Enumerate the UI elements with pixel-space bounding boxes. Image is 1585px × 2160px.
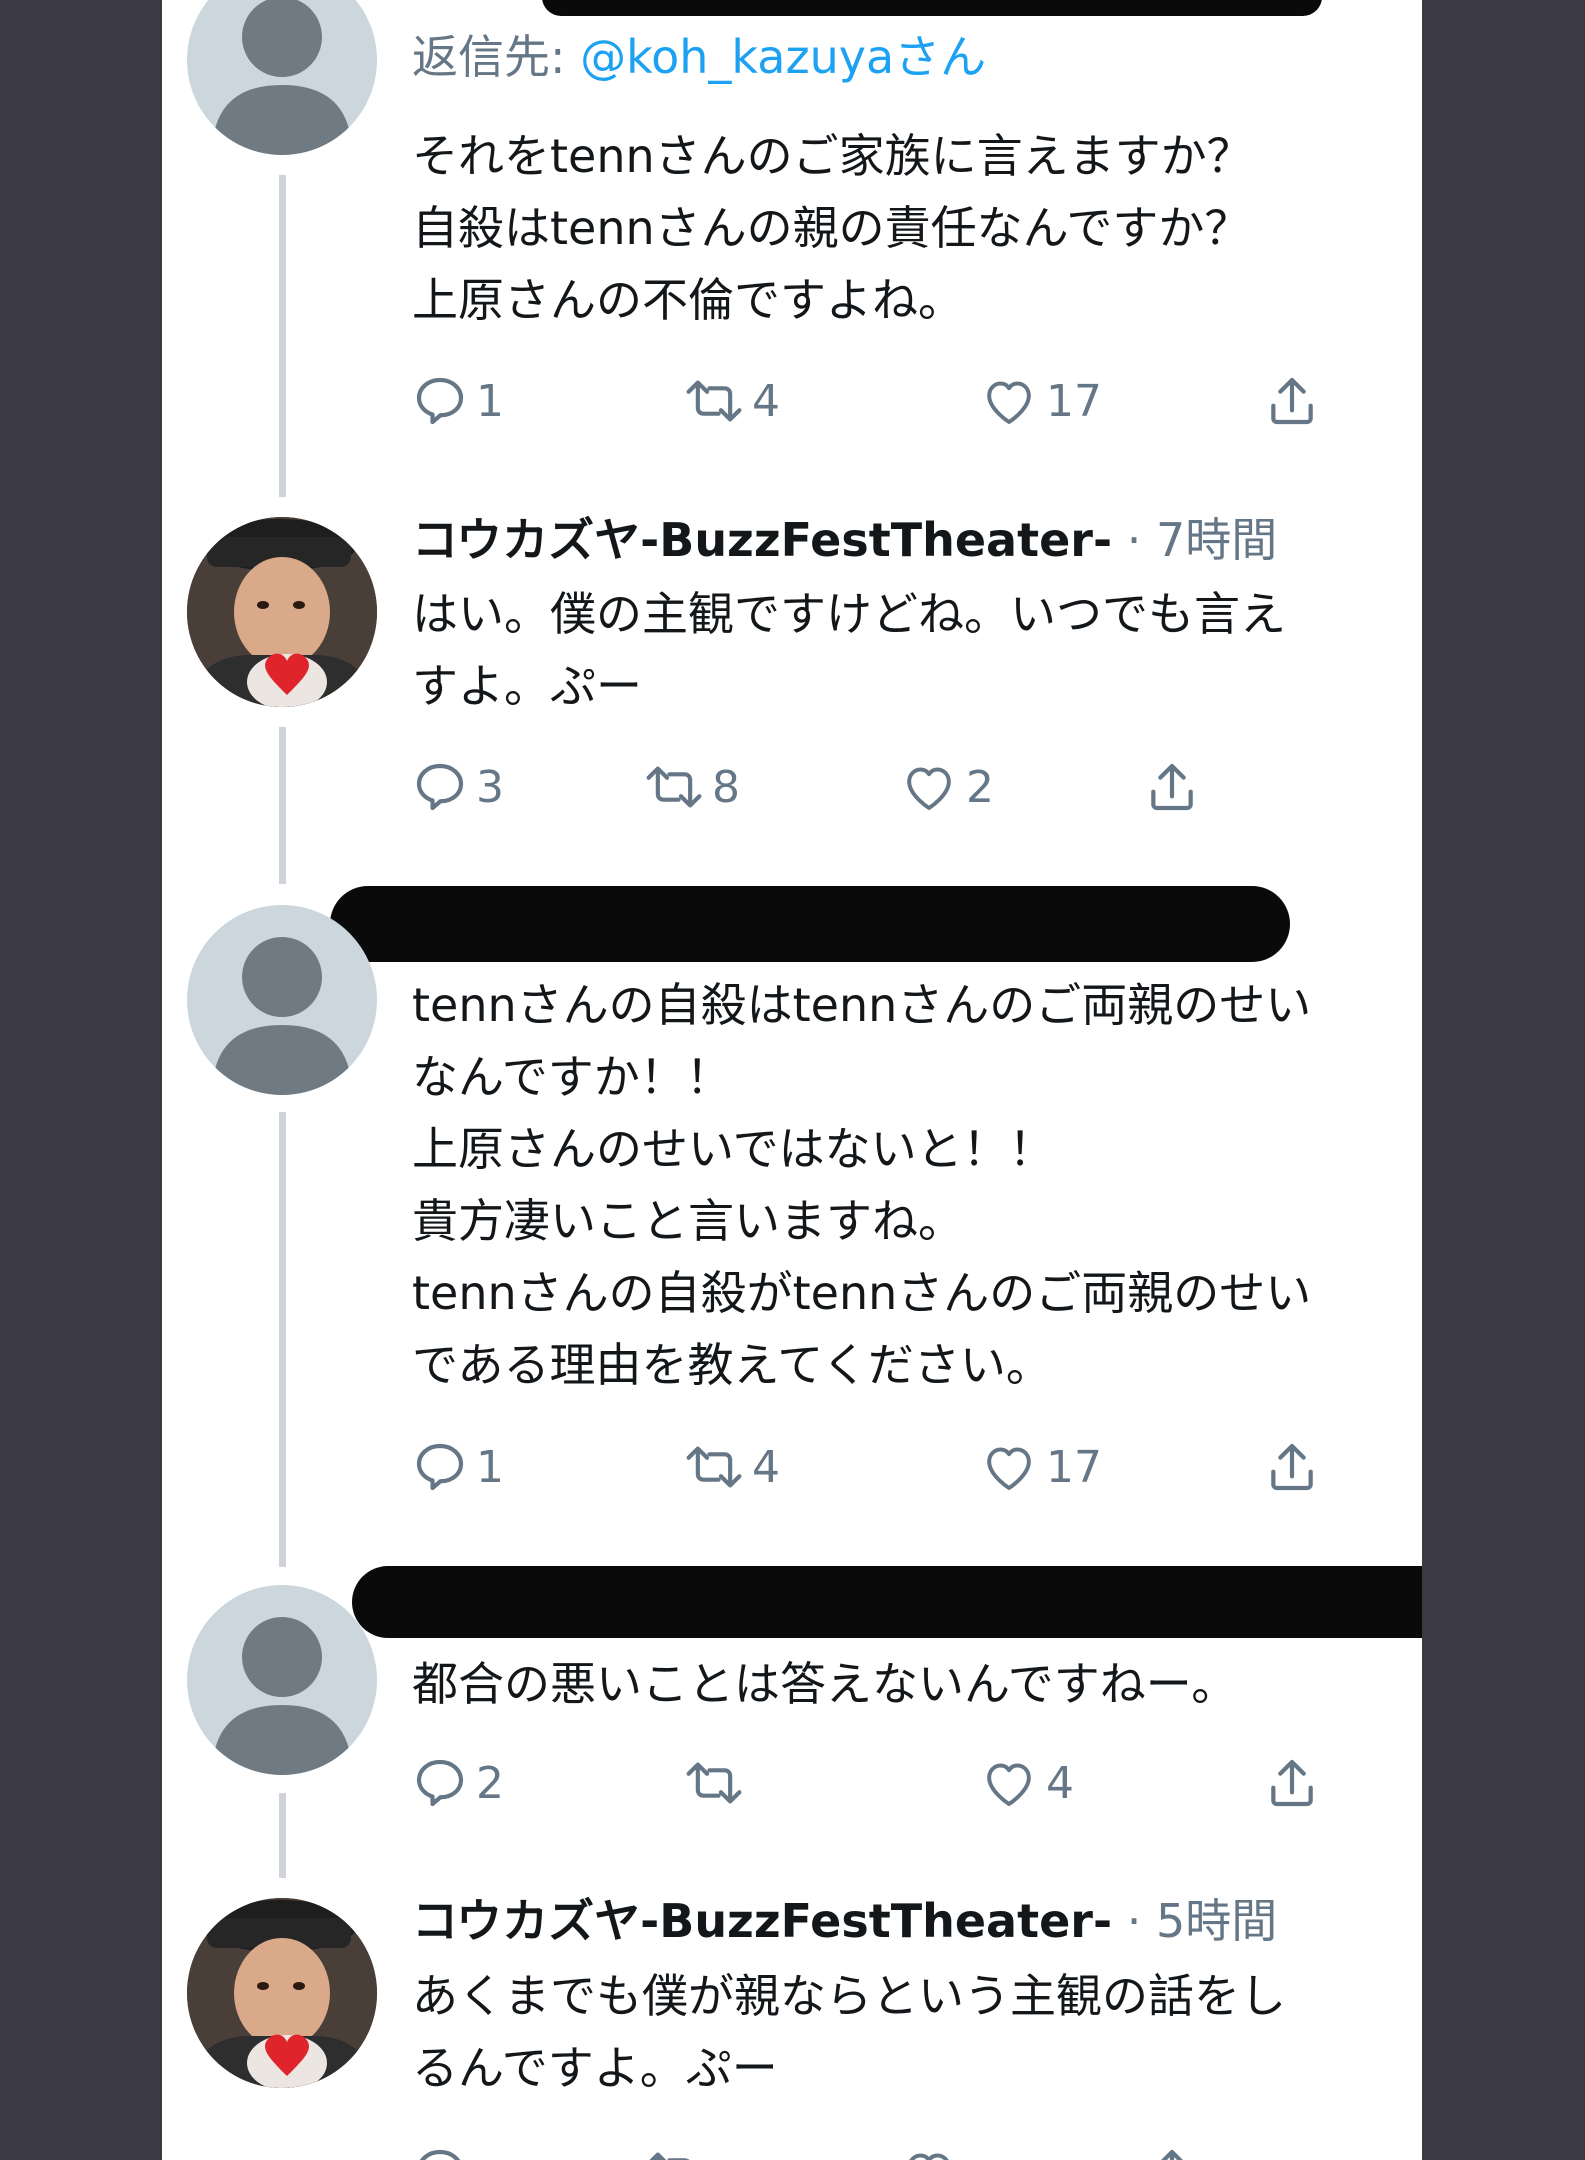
avatar[interactable] bbox=[187, 905, 377, 1095]
share-button[interactable] bbox=[1264, 1432, 1320, 1502]
retweet-count: 8 bbox=[712, 761, 740, 813]
avatar[interactable] bbox=[187, 1898, 377, 2088]
reply-button[interactable]: 1 bbox=[412, 1432, 504, 1502]
redacted-username bbox=[352, 1566, 1422, 1638]
redacted-username bbox=[542, 0, 1322, 16]
like-button[interactable]: 17 bbox=[980, 1432, 1102, 1502]
tweet-header: コウカズヤ-BuzzFestTheater- · 5時間 bbox=[412, 1885, 1422, 1957]
reply-button[interactable]: 1 bbox=[412, 366, 504, 436]
tweet-text: tennさんの自殺はtennさんのご両親のせい なんですか！！ 上原さんのせいで… bbox=[412, 978, 1312, 1392]
tweet-header: コウカズヤ-BuzzFestTheater- · 7時間 bbox=[412, 504, 1422, 576]
reply-icon bbox=[416, 1443, 464, 1491]
share-icon bbox=[1271, 1443, 1313, 1491]
thread-line bbox=[279, 1112, 286, 1567]
share-icon bbox=[1271, 377, 1313, 425]
reply-to-suffix: さん bbox=[894, 30, 987, 84]
display-name[interactable]: コウカズヤ-BuzzFestTheater- bbox=[412, 513, 1112, 567]
retweet-icon bbox=[686, 1762, 742, 1804]
retweet-count: 4 bbox=[752, 375, 780, 427]
reply-count: 2 bbox=[476, 1757, 504, 1809]
like-icon bbox=[909, 2153, 949, 2160]
like-count: 17 bbox=[1046, 1441, 1102, 1493]
tweet-actions bbox=[412, 2138, 1312, 2160]
reply-to-line: 返信先: @koh_kazuyaさん bbox=[412, 22, 986, 92]
reply-button[interactable]: 3 bbox=[412, 752, 504, 822]
like-icon bbox=[907, 767, 951, 810]
avatar[interactable] bbox=[187, 1585, 377, 1775]
retweet-button[interactable] bbox=[684, 1748, 752, 1818]
share-icon bbox=[1271, 1759, 1313, 1807]
tweet-text: はい。僕の主観ですけどね。いつでも言え すよ。ぷー bbox=[412, 587, 1286, 713]
tweet-actions: 2 4 bbox=[412, 1748, 1313, 1818]
redacted-username bbox=[330, 886, 1290, 962]
like-button[interactable]: 4 bbox=[980, 1748, 1074, 1818]
reply-to-handle[interactable]: @koh_kazuya bbox=[580, 30, 894, 84]
thread-line bbox=[279, 175, 286, 497]
avatar[interactable] bbox=[187, 0, 377, 155]
like-count: 4 bbox=[1046, 1757, 1074, 1809]
reply-button[interactable] bbox=[412, 2138, 468, 2160]
share-button[interactable] bbox=[1264, 1748, 1320, 1818]
retweet-button[interactable]: 8 bbox=[644, 752, 740, 822]
retweet-button[interactable]: 4 bbox=[684, 1432, 780, 1502]
like-icon bbox=[987, 1763, 1031, 1806]
share-button[interactable] bbox=[1144, 752, 1200, 822]
like-button[interactable]: 2 bbox=[900, 752, 994, 822]
like-icon bbox=[987, 381, 1031, 424]
like-count: 17 bbox=[1046, 375, 1102, 427]
thread-line bbox=[279, 1793, 286, 1878]
reply-icon bbox=[419, 2149, 461, 2160]
reply-icon bbox=[416, 377, 464, 425]
share-button[interactable] bbox=[1264, 366, 1320, 436]
default-avatar-icon bbox=[212, 937, 352, 1095]
reply-icon bbox=[416, 1759, 464, 1807]
reply-icon bbox=[416, 763, 464, 811]
tweet-timestamp[interactable]: · 7時間 bbox=[1112, 513, 1278, 567]
tweet-text: あくまでも僕が親ならという主観の話をし るんですよ。ぷー bbox=[412, 1969, 1286, 2095]
tweet-text: 都合の悪いことは答えないんですねー。 bbox=[412, 1657, 1238, 1711]
tweet-actions: 3 8 2 bbox=[412, 752, 1312, 822]
default-avatar-icon bbox=[212, 1617, 352, 1775]
tweet-thread-screen: 返信先: @koh_kazuyaさん それをtennさんのご家族に言えますか？ … bbox=[162, 0, 1422, 2160]
retweet-icon bbox=[646, 766, 702, 808]
like-icon bbox=[987, 1447, 1031, 1490]
reply-count: 1 bbox=[476, 1441, 504, 1493]
share-button[interactable] bbox=[1144, 2138, 1200, 2160]
share-icon bbox=[1161, 2149, 1183, 2160]
retweet-button[interactable] bbox=[644, 2138, 704, 2160]
reply-count: 3 bbox=[476, 761, 504, 813]
retweet-icon bbox=[686, 1446, 742, 1488]
reply-count: 1 bbox=[476, 375, 504, 427]
display-name[interactable]: コウカズヤ-BuzzFestTheater- bbox=[412, 1894, 1112, 1948]
tweet-actions: 1 4 17 bbox=[412, 1432, 1313, 1502]
tweet-timestamp[interactable]: · 5時間 bbox=[1112, 1894, 1278, 1948]
user-photo-icon bbox=[187, 517, 377, 707]
thread-line bbox=[279, 727, 286, 884]
tweet-actions: 1 4 17 bbox=[412, 366, 1313, 436]
default-avatar-icon bbox=[212, 0, 352, 155]
tweet-text: それをtennさんのご家族に言えますか？ 自殺はtennさんの親の責任なんですか… bbox=[412, 129, 1253, 327]
like-button[interactable] bbox=[900, 2138, 958, 2160]
like-button[interactable]: 17 bbox=[980, 366, 1102, 436]
retweet-button[interactable]: 4 bbox=[684, 366, 780, 436]
retweet-count: 4 bbox=[752, 1441, 780, 1493]
retweet-icon bbox=[649, 2152, 690, 2160]
reply-to-label: 返信先: bbox=[412, 30, 581, 84]
reply-button[interactable]: 2 bbox=[412, 1748, 504, 1818]
share-icon bbox=[1151, 763, 1193, 811]
user-photo-icon bbox=[187, 1898, 377, 2088]
like-count: 2 bbox=[966, 761, 994, 813]
avatar[interactable] bbox=[187, 517, 377, 707]
retweet-icon bbox=[686, 380, 742, 422]
